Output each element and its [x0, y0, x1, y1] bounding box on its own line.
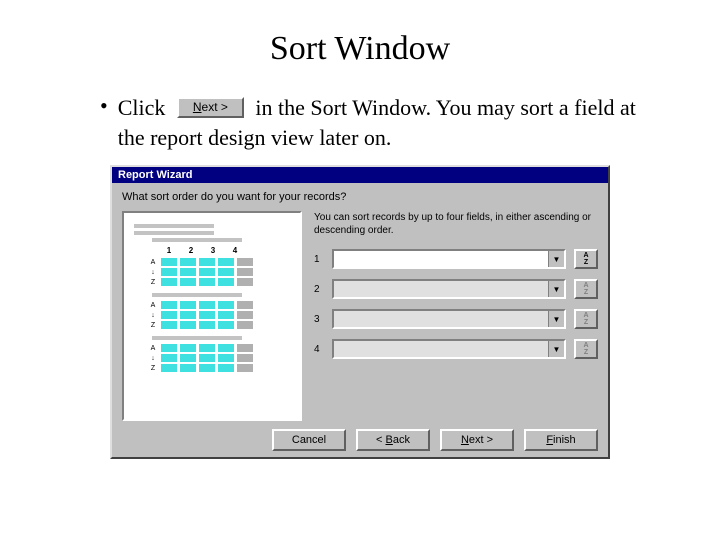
fields-intro-text: You can sort records by up to four field… — [314, 211, 598, 237]
sort-combo-1[interactable]: ▼ — [332, 249, 566, 269]
cancel-button[interactable]: Cancel — [272, 429, 346, 451]
sort-order-button-2: AZ — [574, 279, 598, 299]
sort-field-row-2: 2 ▼ AZ — [314, 279, 598, 299]
chevron-down-icon[interactable]: ▼ — [548, 311, 564, 327]
bullet-dot: • — [100, 92, 108, 120]
mnemonic-char: N — [193, 100, 202, 115]
sort-field-row-4: 4 ▼ AZ — [314, 339, 598, 359]
sort-field-row-3: 3 ▼ AZ — [314, 309, 598, 329]
bullet-text: Click Next > in the Sort Window. You may… — [118, 92, 660, 151]
field-num: 3 — [314, 314, 324, 325]
bullet-prefix: Click — [118, 95, 166, 120]
preview-col-headers: 1 2 3 4 — [160, 246, 294, 255]
next-button-inline[interactable]: Next > — [177, 97, 244, 118]
chevron-down-icon[interactable]: ▼ — [548, 281, 564, 297]
button-rest: ext > — [202, 100, 228, 115]
chevron-down-icon[interactable]: ▼ — [548, 341, 564, 357]
sort-combo-3[interactable]: ▼ — [332, 309, 566, 329]
preview-grid: A ↓ Z — [148, 300, 294, 330]
sort-fields-column: You can sort records by up to four field… — [314, 211, 598, 421]
sort-preview-pane: 1 2 3 4 A ↓ Z A ↓ Z — [122, 211, 302, 421]
preview-grid: A ↓ Z — [148, 343, 294, 373]
instruction-bullet: • Click Next > in the Sort Window. You m… — [100, 92, 680, 151]
wizard-question: What sort order do you want for your rec… — [122, 191, 598, 203]
dialog-titlebar: Report Wizard — [112, 167, 608, 183]
report-wizard-dialog: Report Wizard What sort order do you wan… — [110, 165, 610, 459]
back-button[interactable]: < Back — [356, 429, 430, 451]
next-button[interactable]: Next > — [440, 429, 514, 451]
preview-grid: A ↓ Z — [148, 257, 294, 287]
finish-button[interactable]: Finish — [524, 429, 598, 451]
sort-combo-2[interactable]: ▼ — [332, 279, 566, 299]
field-num: 2 — [314, 284, 324, 295]
page-title: Sort Window — [40, 30, 680, 68]
field-num: 1 — [314, 254, 324, 265]
sort-field-row-1: 1 ▼ AZ — [314, 249, 598, 269]
wizard-button-row: Cancel < Back Next > Finish — [122, 421, 598, 451]
sort-order-button-4: AZ — [574, 339, 598, 359]
field-num: 4 — [314, 344, 324, 355]
sort-order-button-3: AZ — [574, 309, 598, 329]
chevron-down-icon[interactable]: ▼ — [548, 251, 564, 267]
sort-combo-4[interactable]: ▼ — [332, 339, 566, 359]
sort-order-button-1[interactable]: AZ — [574, 249, 598, 269]
